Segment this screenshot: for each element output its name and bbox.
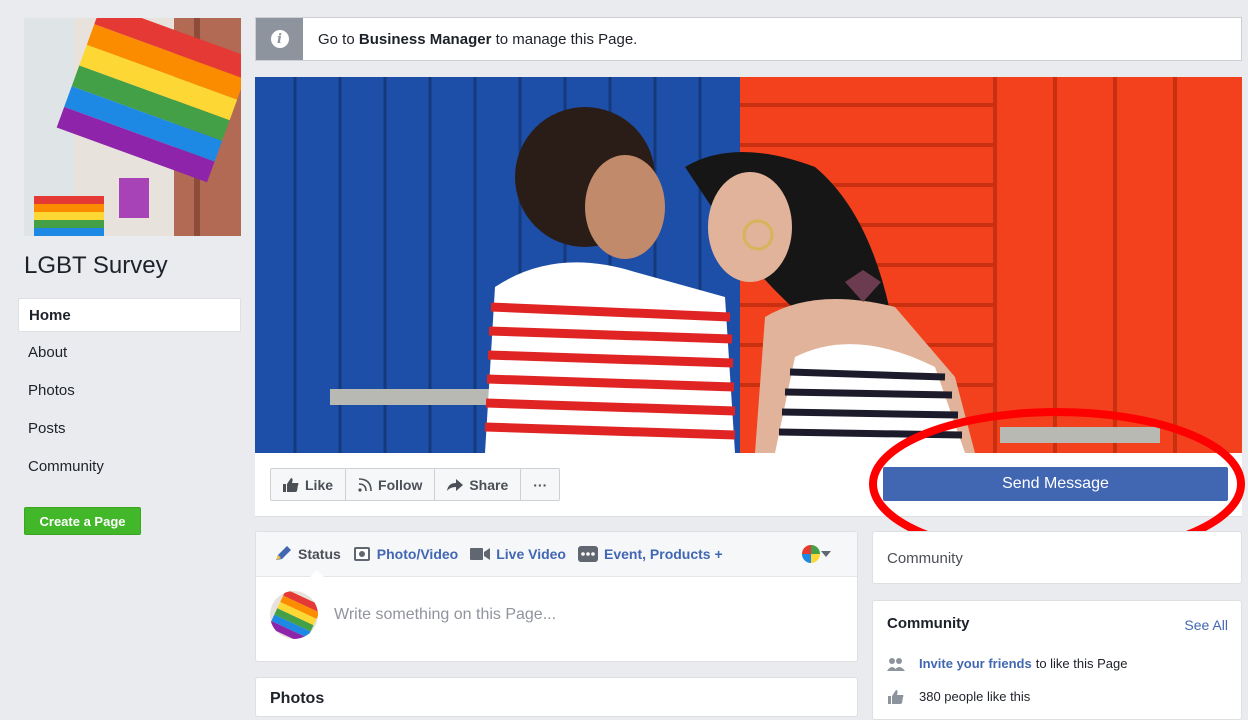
- see-all-link[interactable]: See All: [1184, 617, 1228, 633]
- nav-item-posts[interactable]: Posts: [18, 412, 241, 446]
- send-message-button[interactable]: Send Message: [883, 467, 1228, 501]
- notice-text: Go to Business Manager to manage this Pa…: [318, 30, 638, 48]
- composer-input[interactable]: [332, 605, 816, 625]
- page-nav: Home About Photos Posts Community: [18, 298, 241, 488]
- avatar: [270, 591, 318, 639]
- chevron-down-icon: [821, 551, 831, 557]
- pencil-icon: [276, 546, 291, 560]
- business-manager-link[interactable]: Business Manager: [359, 31, 492, 48]
- community-tab-label: Community: [887, 550, 963, 567]
- info-icon: i: [270, 30, 289, 48]
- create-page-button[interactable]: Create a Page: [24, 507, 141, 535]
- thumbs-up-icon: [283, 477, 299, 492]
- like-button[interactable]: Like: [270, 468, 347, 501]
- photos-section: Photos: [255, 677, 858, 717]
- page-title: LGBT Survey: [24, 252, 168, 279]
- nav-item-about[interactable]: About: [18, 336, 241, 370]
- rss-icon: [358, 477, 372, 492]
- post-composer: Status Photo/Video Live Video Event, Pro…: [255, 531, 858, 662]
- video-camera-icon: [470, 548, 491, 560]
- photos-heading: Photos: [270, 690, 325, 707]
- nav-item-photos[interactable]: Photos: [18, 374, 241, 408]
- likes-count-row: 380 people like this: [887, 689, 1030, 704]
- business-manager-notice: i Go to Business Manager to manage this …: [255, 17, 1242, 61]
- tab-photo-video[interactable]: Photo/Video: [353, 546, 458, 562]
- tab-event-products[interactable]: Event, Products +: [578, 546, 723, 562]
- cover-photo[interactable]: [255, 77, 1242, 453]
- tab-live-video[interactable]: Live Video: [470, 546, 566, 562]
- more-options-button[interactable]: ···: [520, 468, 561, 501]
- invite-friends-row: Invite your friends to like this Page: [887, 656, 1127, 671]
- rainbow-flag-image: [24, 18, 241, 236]
- invite-friends-link[interactable]: Invite your friends: [919, 656, 1032, 671]
- nav-item-community[interactable]: Community: [18, 450, 241, 484]
- audience-selector[interactable]: [801, 544, 831, 564]
- thumbs-up-icon: [888, 689, 904, 704]
- community-tab-card[interactable]: Community: [872, 531, 1242, 584]
- rainbow-flag-avatar: [270, 591, 318, 639]
- share-button[interactable]: Share: [434, 468, 522, 501]
- action-button-group: Like Follow Share ···: [270, 468, 561, 501]
- rainbow-avatar-icon: [802, 545, 820, 563]
- page-action-bar: Like Follow Share ··· Send Message: [255, 453, 1242, 517]
- cover-image: [255, 77, 1242, 453]
- nav-item-home[interactable]: Home: [18, 298, 241, 332]
- friends-icon: [887, 657, 905, 671]
- community-heading: Community: [887, 615, 970, 632]
- tab-status[interactable]: Status: [274, 546, 341, 562]
- profile-picture[interactable]: [24, 18, 241, 236]
- composer-tabs: Status Photo/Video Live Video Event, Pro…: [256, 532, 857, 577]
- ellipsis-box-icon: [578, 546, 598, 562]
- community-card: Community See All Invite your friends to…: [872, 600, 1242, 720]
- camera-icon: [353, 547, 370, 561]
- follow-button[interactable]: Follow: [345, 468, 436, 501]
- share-arrow-icon: [447, 478, 464, 491]
